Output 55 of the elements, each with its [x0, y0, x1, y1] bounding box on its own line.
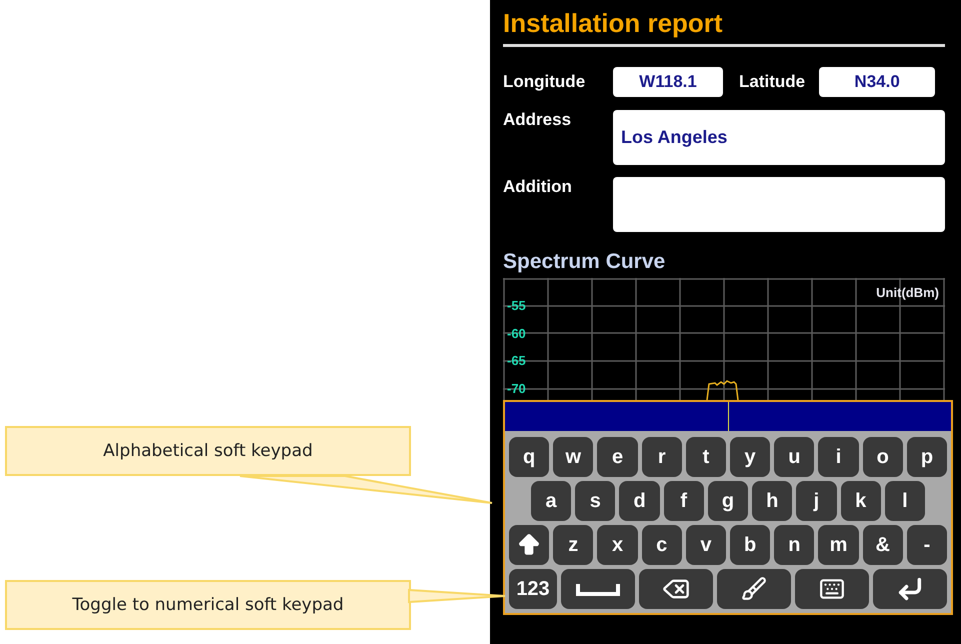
shift-key[interactable]	[509, 525, 550, 565]
key[interactable]: b	[730, 525, 770, 565]
input-field[interactable]: W118.1	[613, 67, 723, 97]
key[interactable]: i	[818, 437, 859, 477]
numeric-toggle-key[interactable]: 123	[509, 569, 557, 609]
axis-tick-label: -65	[507, 353, 526, 368]
brush-icon	[741, 576, 767, 602]
key[interactable]: h	[752, 481, 792, 521]
key[interactable]: s	[575, 481, 616, 521]
keyboard-input-field[interactable]	[505, 402, 951, 431]
input-field[interactable]	[613, 177, 945, 232]
key[interactable]: t	[686, 437, 726, 477]
field-label: Latitude	[739, 72, 806, 92]
backspace-key[interactable]	[639, 569, 713, 609]
key[interactable]: r	[642, 437, 682, 477]
axis-tick-label: -60	[507, 326, 526, 341]
key[interactable]: n	[774, 525, 814, 565]
input-field[interactable]: N34.0	[819, 67, 936, 97]
key[interactable]: p	[906, 437, 948, 477]
key[interactable]: l	[884, 481, 925, 521]
key[interactable]: k	[840, 481, 881, 521]
chart-title: Spectrum Curve	[503, 250, 666, 274]
key[interactable]: v	[686, 525, 726, 565]
space-icon	[576, 582, 620, 596]
key[interactable]: y	[730, 437, 770, 477]
key[interactable]: d	[619, 481, 660, 521]
key[interactable]: u	[774, 437, 814, 477]
field-label: Longitude	[503, 72, 586, 92]
axis-tick-label: -70	[507, 380, 526, 396]
key[interactable]: f	[664, 481, 704, 521]
field-label: Addition	[503, 177, 573, 197]
space-key[interactable]	[561, 569, 635, 609]
key[interactable]: e	[597, 437, 638, 477]
clear-key[interactable]	[717, 569, 791, 609]
hide-keyboard-key[interactable]	[795, 569, 869, 609]
key[interactable]: q	[509, 437, 550, 477]
screen-title: Installation report	[503, 7, 723, 40]
key[interactable]: j	[796, 481, 837, 521]
key[interactable]: z	[553, 525, 594, 565]
key[interactable]: -	[906, 525, 948, 565]
key[interactable]: x	[597, 525, 638, 565]
axis-tick-label: -55	[507, 298, 526, 313]
key[interactable]: m	[818, 525, 859, 565]
input-field[interactable]: Los Angeles	[613, 110, 945, 165]
key[interactable]: g	[708, 481, 748, 521]
key[interactable]: w	[553, 437, 594, 477]
key[interactable]: c	[642, 525, 682, 565]
key[interactable]: a	[531, 481, 572, 521]
enter-icon	[896, 575, 924, 603]
enter-key[interactable]	[873, 569, 947, 609]
key[interactable]: o	[862, 437, 903, 477]
field-label: Address	[503, 110, 572, 130]
key[interactable]: &	[862, 525, 903, 565]
unit-label: Unit(dBm)	[876, 285, 939, 300]
callout-box: Toggle to numerical soft keypad	[5, 580, 411, 630]
